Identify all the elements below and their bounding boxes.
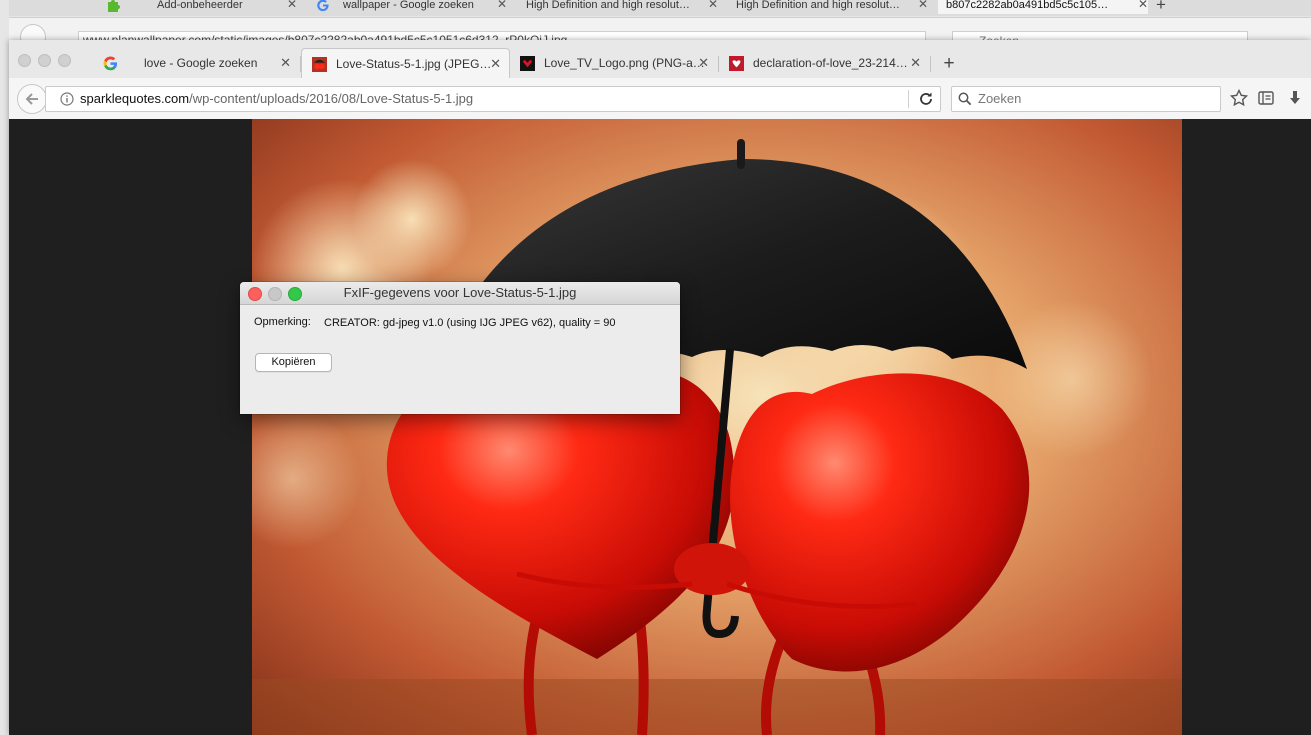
download-arrow-icon[interactable]: [1285, 88, 1305, 108]
tab-label: love - Google zoeken: [144, 56, 258, 70]
close-tab-icon[interactable]: ✕: [1138, 0, 1148, 10]
tab-bar: love - Google zoeken ✕ Love-Status-5-1.j…: [9, 40, 1311, 78]
tab-label: declaration-of-love_23-214…: [753, 56, 908, 70]
dialog-title: FxIF-gegevens voor Love-Status-5-1.jpg: [343, 285, 577, 300]
background-tab-hd-1[interactable]: High Definition and high resolut… ✕: [526, 0, 718, 14]
image-viewer: [9, 119, 1311, 735]
image-thumbnail-icon: [312, 57, 327, 72]
close-tab-icon[interactable]: ✕: [280, 48, 291, 78]
close-tab-icon[interactable]: ✕: [490, 49, 501, 79]
background-tab-label: b807c2282ab0a491bd5c5c105…: [946, 0, 1109, 11]
url-host: sparklequotes.com: [80, 91, 190, 106]
window-close-button[interactable]: [18, 54, 31, 67]
url-bar[interactable]: sparklequotes.com/wp-content/uploads/201…: [45, 86, 941, 112]
image-thumbnail-icon: [520, 56, 535, 71]
reload-icon[interactable]: [918, 91, 934, 107]
tab-love-status-jpg[interactable]: Love-Status-5-1.jpg (JPEG… ✕: [301, 48, 510, 78]
puzzle-icon: [108, 0, 120, 12]
search-bar[interactable]: Zoeken: [951, 86, 1221, 112]
back-button[interactable]: [17, 84, 47, 114]
background-tab-addons[interactable]: Add-onbeheerder ✕: [157, 0, 297, 14]
tab-love-tv-logo[interactable]: Love_TV_Logo.png (PNG-a… ✕: [510, 48, 717, 78]
background-tab-label: High Definition and high resolut…: [526, 0, 690, 11]
comment-label: Opmerking:: [254, 316, 311, 328]
love-status-image[interactable]: [252, 119, 1182, 735]
background-tab-image[interactable]: b807c2282ab0a491bd5c5c105… ✕: [938, 0, 1148, 14]
new-tab-icon[interactable]: +: [939, 54, 959, 74]
navigation-bar: sparklequotes.com/wp-content/uploads/201…: [9, 78, 1311, 120]
exif-dialog: FxIF-gegevens voor Love-Status-5-1.jpg O…: [240, 282, 680, 414]
background-tab-label: wallpaper - Google zoeken: [343, 0, 474, 11]
url-divider: [908, 90, 909, 108]
url-path: /wp-content/uploads/2016/08/Love-Status-…: [189, 91, 474, 106]
url-text: sparklequotes.com/wp-content/uploads/201…: [80, 87, 473, 111]
close-tab-icon[interactable]: ✕: [287, 0, 297, 10]
back-arrow-icon: [25, 93, 38, 105]
image-thumbnail-icon: [729, 56, 744, 71]
tab-declaration-of-love[interactable]: declaration-of-love_23-214… ✕: [719, 48, 929, 78]
reading-list-icon[interactable]: [1256, 88, 1276, 108]
window-minimize-button[interactable]: [38, 54, 51, 67]
copy-button[interactable]: Kopiëren: [255, 353, 332, 372]
close-tab-icon[interactable]: ✕: [910, 48, 921, 78]
dialog-titlebar[interactable]: FxIF-gegevens voor Love-Status-5-1.jpg: [240, 282, 680, 305]
tab-label: Love-Status-5-1.jpg (JPEG…: [336, 57, 492, 71]
close-tab-icon[interactable]: ✕: [708, 0, 718, 10]
google-icon: [103, 56, 118, 71]
background-tab-hd-2[interactable]: High Definition and high resolut… ✕: [736, 0, 928, 14]
new-tab-icon[interactable]: +: [1156, 0, 1166, 15]
tab-love-google[interactable]: love - Google zoeken ✕: [93, 48, 299, 78]
background-tab-label: Add-onbeheerder: [157, 0, 243, 11]
background-tab-bar: Add-onbeheerder ✕ wallpaper - Google zoe…: [0, 0, 1311, 16]
search-icon: [958, 92, 972, 106]
tab-divider: [930, 56, 931, 72]
close-tab-icon[interactable]: ✕: [918, 0, 928, 10]
search-placeholder: Zoeken: [978, 91, 1022, 106]
bookmark-star-icon[interactable]: [1229, 88, 1249, 108]
comment-value: CREATOR: gd-jpeg v1.0 (using IJG JPEG v6…: [324, 317, 616, 329]
close-tab-icon[interactable]: ✕: [497, 0, 507, 10]
window-zoom-button[interactable]: [58, 54, 71, 67]
close-tab-icon[interactable]: ✕: [698, 48, 709, 78]
background-window-edge: [0, 0, 9, 735]
info-icon[interactable]: [60, 92, 74, 106]
background-tab-label: High Definition and high resolut…: [736, 0, 900, 11]
tab-label: Love_TV_Logo.png (PNG-a…: [544, 56, 705, 70]
background-tab-wallpaper[interactable]: wallpaper - Google zoeken ✕: [343, 0, 507, 14]
google-icon: [317, 0, 329, 12]
